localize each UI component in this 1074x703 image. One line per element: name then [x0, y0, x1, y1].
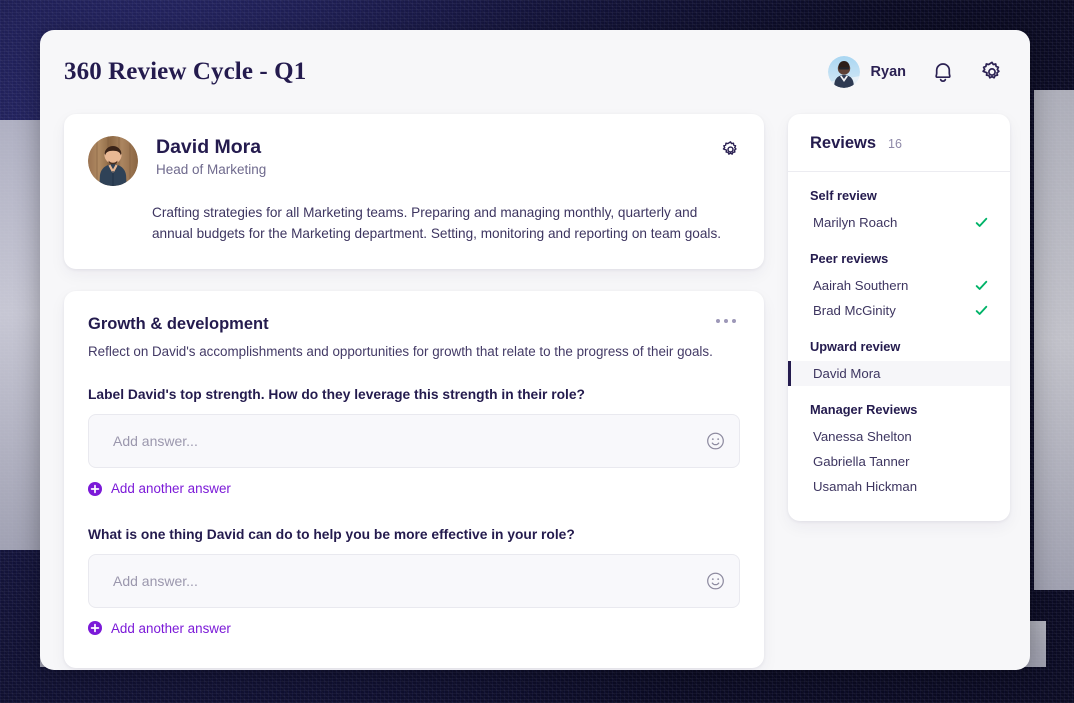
add-another-answer-button[interactable]: Add another answer	[88, 621, 231, 636]
review-list-item[interactable]: Aairah Southern	[788, 273, 1010, 298]
review-group: Upward review David Mora	[788, 339, 1010, 386]
section-title: Growth & development	[88, 314, 269, 333]
check-icon	[975, 216, 988, 229]
review-group-title: Upward review	[810, 339, 901, 354]
reviewer-name: Brad McGinity	[813, 303, 896, 318]
add-another-answer-label: Add another answer	[111, 620, 231, 636]
user-menu[interactable]: Ryan	[827, 56, 906, 88]
answer-input[interactable]: Add answer...	[88, 553, 740, 608]
review-list-item[interactable]: Usamah Hickman	[788, 474, 1010, 499]
profile-identity: David Mora Head of Marketing	[156, 136, 266, 177]
header-actions: Ryan	[827, 56, 1004, 88]
review-group: Peer reviews Aairah Southern Brad McGini…	[788, 251, 1010, 323]
profile-bio: Crafting strategies for all Marketing te…	[152, 205, 722, 242]
smiley-icon[interactable]	[706, 432, 725, 451]
avatar	[88, 136, 138, 186]
reviewer-name: Vanessa Shelton	[813, 429, 912, 444]
profile-header: David Mora Head of Marketing	[88, 136, 740, 186]
review-group: Self review Marilyn Roach	[788, 188, 1010, 235]
gear-icon[interactable]	[721, 140, 740, 159]
add-another-answer-label: Add another answer	[111, 481, 231, 497]
review-group-title: Peer reviews	[810, 251, 889, 266]
backdrop-photo-left	[0, 120, 44, 550]
avatar[interactable]	[827, 56, 860, 88]
question-block: Label David's top strength. How do they …	[88, 387, 740, 501]
app-body: David Mora Head of Marketing Crafting st…	[40, 114, 1030, 669]
answer-input[interactable]: Add answer...	[88, 414, 740, 469]
review-list-item[interactable]: Gabriella Tanner	[788, 449, 1010, 474]
reviewer-name: David Mora	[813, 366, 881, 381]
review-group: Manager Reviews Vanessa Shelton Gabriell…	[788, 402, 1010, 499]
reviews-count-badge: 16	[888, 137, 902, 151]
reviewer-name: Gabriella Tanner	[813, 454, 910, 469]
plus-circle-icon	[88, 621, 102, 636]
sidebar-column: Reviews 16 Self review Marilyn Roach Pee…	[788, 114, 1010, 521]
plus-circle-icon	[88, 481, 102, 496]
reviews-title: Reviews	[810, 134, 877, 152]
section-description: Reflect on David's accomplishments and o…	[88, 343, 713, 359]
review-list-item-active[interactable]: David Mora	[788, 361, 1010, 386]
reviewer-name: Aairah Southern	[813, 278, 909, 293]
question-label: What is one thing David can do to help y…	[88, 526, 575, 542]
review-list-item[interactable]: Vanessa Shelton	[788, 424, 1010, 449]
add-another-answer-button[interactable]: Add another answer	[88, 481, 231, 496]
smiley-icon[interactable]	[706, 571, 725, 590]
answer-placeholder: Add answer...	[113, 572, 198, 589]
main-column: David Mora Head of Marketing Crafting st…	[64, 114, 764, 669]
page-title: 360 Review Cycle - Q1	[64, 58, 307, 85]
check-icon	[975, 279, 988, 292]
backdrop-photo-right	[1034, 90, 1074, 590]
review-list-item[interactable]: Marilyn Roach	[788, 210, 1010, 235]
question-label: Label David's top strength. How do they …	[88, 387, 585, 403]
review-list-item[interactable]: Brad McGinity	[788, 298, 1010, 323]
profile-name: David Mora	[156, 136, 262, 158]
bell-icon[interactable]	[932, 60, 954, 84]
reviews-header: Reviews 16	[788, 114, 1010, 172]
profile-card: David Mora Head of Marketing Crafting st…	[64, 114, 764, 269]
growth-development-card: Growth & development Reflect on David's …	[64, 290, 764, 669]
answer-placeholder: Add answer...	[113, 433, 198, 450]
review-group-title: Manager Reviews	[810, 402, 918, 417]
reviewer-name: Marilyn Roach	[813, 215, 898, 230]
check-icon	[975, 304, 988, 317]
app-header: 360 Review Cycle - Q1 Ryan	[40, 30, 1030, 114]
question-block: What is one thing David can do to help y…	[88, 527, 740, 641]
reviews-panel: Reviews 16 Self review Marilyn Roach Pee…	[788, 114, 1010, 521]
profile-role: Head of Marketing	[156, 162, 267, 177]
gear-icon[interactable]	[980, 60, 1004, 84]
reviewer-name: Usamah Hickman	[813, 479, 918, 494]
review-group-title: Self review	[810, 188, 877, 203]
user-name: Ryan	[870, 64, 906, 80]
app-window: 360 Review Cycle - Q1 Ryan David Mora He…	[40, 30, 1030, 670]
ellipsis-icon[interactable]	[712, 315, 740, 327]
